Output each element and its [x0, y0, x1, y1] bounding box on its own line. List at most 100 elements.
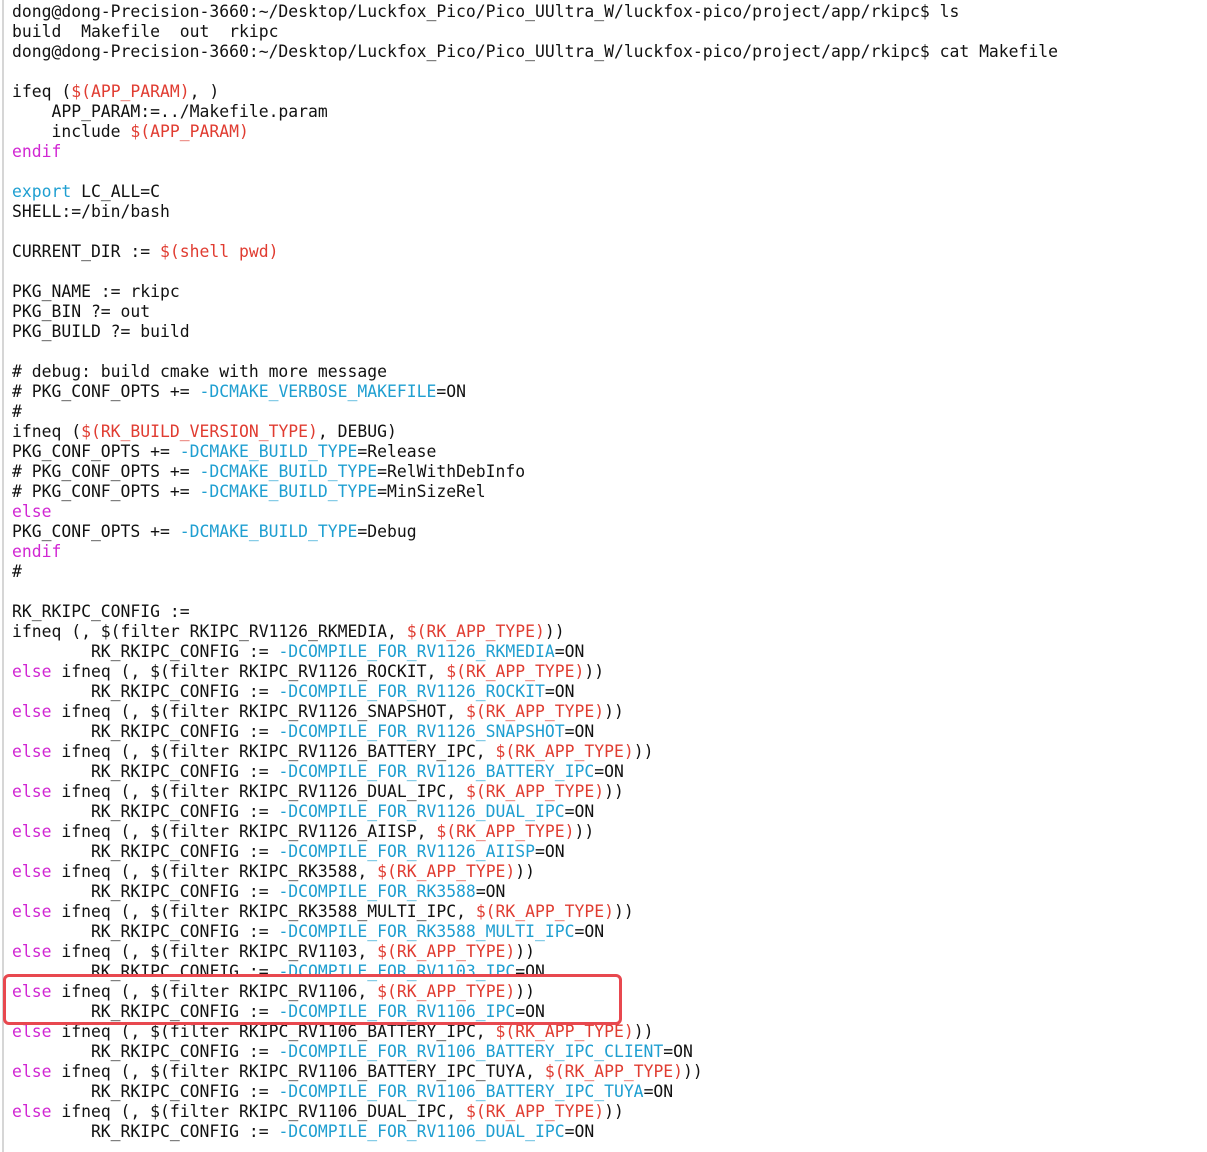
terminal-text-segment: =Debug	[357, 522, 417, 541]
terminal-text-segment: RK_RKIPC_CONFIG :=	[12, 762, 279, 781]
terminal-line: dong@dong-Precision-3660:~/Desktop/Luckf…	[12, 42, 1058, 62]
terminal-text-segment: $(RK_APP_TYPE)	[475, 902, 614, 921]
terminal-text-segment: ifneq (, $(filter RKIPC_RV1106_DUAL_IPC,	[51, 1102, 466, 1121]
terminal-line: RK_RKIPC_CONFIG := -DCOMPILE_FOR_RK3588=…	[12, 882, 1058, 902]
terminal-line: endif	[12, 142, 1058, 162]
terminal-line: else ifneq (, $(filter RKIPC_RV1106_BATT…	[12, 1062, 1058, 1082]
terminal-text-segment: else	[12, 862, 52, 881]
terminal-text-segment: =ON	[574, 922, 605, 941]
terminal-text-segment: else	[12, 502, 52, 521]
terminal-text-segment: else	[12, 1062, 52, 1081]
terminal-text-segment: =ON	[663, 1042, 693, 1061]
terminal-text-segment: ))	[613, 902, 634, 921]
terminal-line: #	[12, 402, 1058, 422]
terminal-text-segment: $(APP_PARAM)	[130, 122, 249, 141]
terminal-line: RK_RKIPC_CONFIG := -DCOMPILE_FOR_RV1106_…	[12, 1122, 1058, 1142]
terminal-text-segment: -DCMAKE_BUILD_TYPE	[199, 482, 378, 501]
terminal-text-segment: RK_RKIPC_CONFIG :=	[12, 682, 279, 701]
terminal-text-segment: =ON	[475, 882, 506, 901]
terminal-scrollbar[interactable]	[1201, 0, 1207, 1152]
terminal-text-segment: else	[12, 902, 52, 921]
terminal-line: else ifneq (, $(filter RKIPC_RK3588_MULT…	[12, 902, 1058, 922]
terminal-line: else ifneq (, $(filter RKIPC_RV1106, $(R…	[12, 982, 1058, 1002]
terminal-text-segment: -DCOMPILE_FOR_RV1106_BATTERY_IPC_CLIENT	[278, 1042, 664, 1061]
terminal-text-segment: $(RK_APP_TYPE)	[406, 622, 545, 641]
terminal-line: PKG_BUILD ?= build	[12, 322, 1058, 342]
terminal-line: RK_RKIPC_CONFIG := -DCOMPILE_FOR_RV1103_…	[12, 962, 1058, 982]
terminal-text-segment: ifeq (	[12, 82, 72, 101]
terminal-text-segment: ifneq (, $(filter RKIPC_RV1126_AIISP,	[51, 822, 437, 841]
terminal-text-segment: -DCOMPILE_FOR_RV1126_SNAPSHOT	[278, 722, 565, 741]
terminal-text-segment: -DCOMPILE_FOR_RV1106_BATTERY_IPC_TUYA	[278, 1082, 644, 1101]
terminal-line: RK_RKIPC_CONFIG := -DCOMPILE_FOR_RK3588_…	[12, 922, 1058, 942]
terminal-text-segment: else	[12, 742, 52, 761]
terminal-text-segment: RK_RKIPC_CONFIG :=	[12, 602, 190, 621]
terminal-text-segment: endif	[12, 142, 62, 161]
terminal-text-segment: RK_RKIPC_CONFIG :=	[12, 802, 279, 821]
terminal-text-segment: -DCOMPILE_FOR_RV1126_ROCKIT	[278, 682, 545, 701]
terminal-line: ifeq ($(APP_PARAM), )	[12, 82, 1058, 102]
terminal-line: RK_RKIPC_CONFIG := -DCOMPILE_FOR_RV1106_…	[12, 1082, 1058, 1102]
terminal-text-segment: $(RK_APP_TYPE)	[465, 1102, 605, 1121]
terminal-text-segment: -DCOMPILE_FOR_RK3588	[278, 882, 476, 901]
terminal-text-segment: else	[12, 822, 52, 841]
terminal-text-segment: -DCOMPILE_FOR_RV1106_DUAL_IPC	[278, 1122, 565, 1141]
terminal-line: RK_RKIPC_CONFIG := -DCOMPILE_FOR_RV1106_…	[12, 1002, 1058, 1022]
terminal-line: RK_RKIPC_CONFIG := -DCOMPILE_FOR_RV1126_…	[12, 762, 1058, 782]
terminal-output[interactable]: dong@dong-Precision-3660:~/Desktop/Luckf…	[12, 2, 1058, 1142]
terminal-text-segment: =MinSizeRel	[377, 482, 486, 501]
terminal-text-segment: RK_RKIPC_CONFIG :=	[12, 882, 279, 901]
terminal-text-segment: ))	[604, 702, 624, 721]
terminal-text-segment: -DCMAKE_BUILD_TYPE	[179, 522, 358, 541]
terminal-text-segment: =ON	[554, 642, 585, 661]
terminal-line: else ifneq (, $(filter RKIPC_RV1126_DUAL…	[12, 782, 1058, 802]
terminal-text-segment: ifneq (, $(filter RKIPC_RV1126_BATTERY_I…	[51, 742, 496, 761]
terminal-text-segment: $(RK_APP_TYPE)	[377, 862, 516, 881]
terminal-left-border	[2, 0, 4, 1152]
terminal-line: endif	[12, 542, 1058, 562]
terminal-line: build Makefile out rkipc	[12, 22, 1058, 42]
terminal-line: PKG_CONF_OPTS += -DCMAKE_BUILD_TYPE=Rele…	[12, 442, 1058, 462]
terminal-line: RK_RKIPC_CONFIG := -DCOMPILE_FOR_RV1126_…	[12, 842, 1058, 862]
terminal-line: else ifneq (, $(filter RKIPC_RV1106_BATT…	[12, 1022, 1058, 1042]
terminal-text-segment: ))	[584, 662, 605, 681]
terminal-text-segment: =RelWithDebInfo	[377, 462, 526, 481]
terminal-text-segment: -DCOMPILE_FOR_RK3588_MULTI_IPC	[278, 922, 575, 941]
terminal-text-segment: ifneq (	[12, 422, 82, 441]
terminal-text-segment: RK_RKIPC_CONFIG :=	[12, 1122, 279, 1141]
terminal-text-segment: -DCOMPILE_FOR_RV1106_IPC	[278, 1002, 516, 1021]
terminal-text-segment: # PKG_CONF_OPTS +=	[12, 382, 200, 401]
terminal-text-segment: $(shell pwd)	[160, 242, 279, 261]
terminal-line: RK_RKIPC_CONFIG :=	[12, 602, 1058, 622]
terminal-line: CURRENT_DIR := $(shell pwd)	[12, 242, 1058, 262]
terminal-text-segment: $(RK_APP_TYPE)	[377, 982, 516, 1001]
terminal-line: APP_PARAM:=../Makefile.param	[12, 102, 1058, 122]
terminal-text-segment: -DCOMPILE_FOR_RV1103_IPC	[278, 962, 516, 981]
terminal-text-segment: #	[12, 402, 22, 421]
terminal-line: else ifneq (, $(filter RKIPC_RV1126_ROCK…	[12, 662, 1058, 682]
terminal-text-segment: RK_RKIPC_CONFIG :=	[12, 642, 279, 661]
terminal-text-segment: build Makefile out rkipc	[12, 22, 279, 41]
terminal-text-segment: CURRENT_DIR :=	[12, 242, 161, 261]
terminal-text-segment: PKG_NAME := rkipc	[12, 282, 180, 301]
terminal-text-segment: PKG_CONF_OPTS +=	[12, 522, 180, 541]
terminal-line: RK_RKIPC_CONFIG := -DCOMPILE_FOR_RV1106_…	[12, 1042, 1058, 1062]
terminal-text-segment: -DCOMPILE_FOR_RV1126_DUAL_IPC	[278, 802, 565, 821]
terminal-text-segment: else	[12, 782, 52, 801]
terminal-text-segment: SHELL:=/bin/bash	[12, 202, 170, 221]
terminal-text-segment: =ON	[564, 802, 595, 821]
terminal-window[interactable]: dong@dong-Precision-3660:~/Desktop/Luckf…	[0, 0, 1207, 1152]
terminal-text-segment: -DCMAKE_VERBOSE_MAKEFILE	[199, 382, 437, 401]
terminal-line: PKG_BIN ?= out	[12, 302, 1058, 322]
terminal-text-segment: ))	[544, 622, 565, 641]
terminal-text-segment: #	[12, 562, 22, 581]
terminal-text-segment: # PKG_CONF_OPTS +=	[12, 462, 200, 481]
terminal-line: ifneq ($(RK_BUILD_VERSION_TYPE), DEBUG)	[12, 422, 1058, 442]
terminal-text-segment: =ON	[564, 722, 595, 741]
terminal-text-segment: ))	[604, 782, 624, 801]
terminal-line: # PKG_CONF_OPTS += -DCMAKE_BUILD_TYPE=Mi…	[12, 482, 1058, 502]
